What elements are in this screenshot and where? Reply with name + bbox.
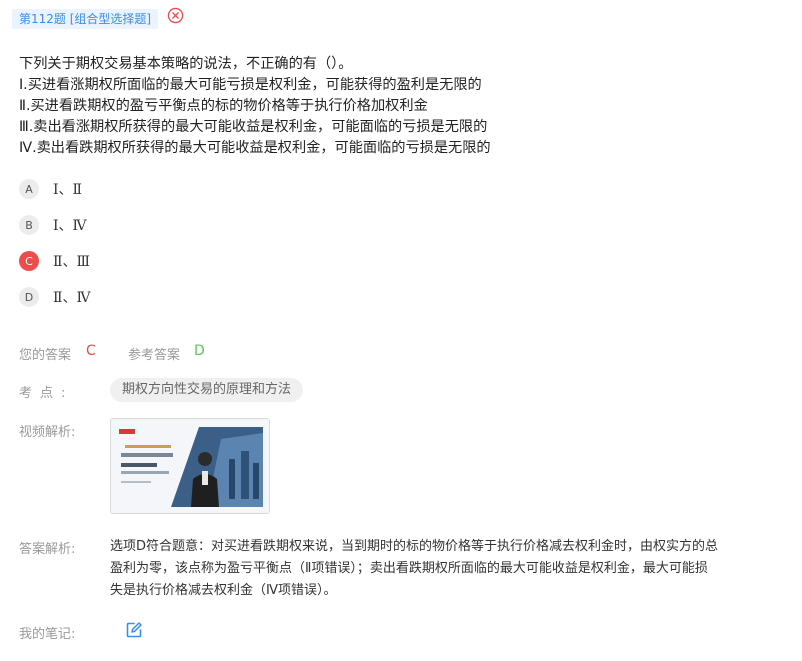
notes-label: 我的笔记: <box>19 627 76 642</box>
question-body: 下列关于期权交易基本策略的说法，不正确的有（）。 Ⅰ.买进看涨期权所面临的最大可… <box>19 54 491 159</box>
video-label: 视频解析: <box>19 425 76 440</box>
option-c[interactable]: C Ⅱ、Ⅲ <box>19 250 90 272</box>
analysis-line: 选项D符合题意：对买进看跌期权来说，当到期时的标的物价格等于执行价格减去权利金时… <box>110 539 719 554</box>
option-key: A <box>19 179 39 199</box>
option-key: D <box>19 287 39 307</box>
video-thumbnail[interactable] <box>110 418 270 514</box>
option-text: Ⅱ、Ⅳ <box>53 290 91 306</box>
option-b[interactable]: B Ⅰ、Ⅳ <box>19 214 87 236</box>
statement-4: Ⅳ.卖出看跌期权所获得的最大可能收益是权利金，可能面临的亏损是无限的 <box>19 140 491 156</box>
your-answer-label: 您的答案 <box>19 348 72 363</box>
statement-3: Ⅲ.卖出看涨期权所获得的最大可能收益是权利金，可能面临的亏损是无限的 <box>19 119 488 135</box>
your-answer-value: C <box>86 343 96 359</box>
edit-icon[interactable] <box>125 621 143 639</box>
option-text: Ⅱ、Ⅲ <box>53 254 91 270</box>
analysis-line: 失是执行价格减去权利金（Ⅳ项错误）。 <box>110 583 337 598</box>
knowledge-point-tag: 期权方向性交易的原理和方法 <box>110 378 304 402</box>
answer-analysis: 选项D符合题意：对买进看跌期权来说，当到期时的标的物价格等于执行价格减去权利金时… <box>110 536 775 602</box>
video-preview-image <box>111 419 269 513</box>
option-text: Ⅰ、Ⅱ <box>53 182 83 198</box>
question-type-tag: 第112题 [组合型选择题] <box>12 9 159 29</box>
reference-answer-value: D <box>194 343 205 359</box>
option-a[interactable]: A Ⅰ、Ⅱ <box>19 178 82 200</box>
statement-1: Ⅰ.买进看涨期权所面临的最大可能亏损是权利金，可能获得的盈利是无限的 <box>19 77 482 93</box>
option-d[interactable]: D Ⅱ、Ⅳ <box>19 286 91 308</box>
option-key: B <box>19 215 39 235</box>
analysis-line: 盈利为零，该点称为盈亏平衡点（Ⅱ项错误）；卖出看跌期权所面临的最大可能收益是权利… <box>110 561 708 576</box>
point-label: 考点: <box>19 386 74 401</box>
option-key: C <box>19 251 39 271</box>
option-text: Ⅰ、Ⅳ <box>53 218 87 234</box>
question-stem: 下列关于期权交易基本策略的说法，不正确的有（）。 <box>19 56 353 72</box>
close-circle-icon[interactable] <box>167 7 184 24</box>
statement-2: Ⅱ.买进看跌期权的盈亏平衡点的标的物价格等于执行价格加权利金 <box>19 98 428 114</box>
reference-answer-label: 参考答案 <box>128 348 181 363</box>
analysis-label: 答案解析: <box>19 542 76 557</box>
